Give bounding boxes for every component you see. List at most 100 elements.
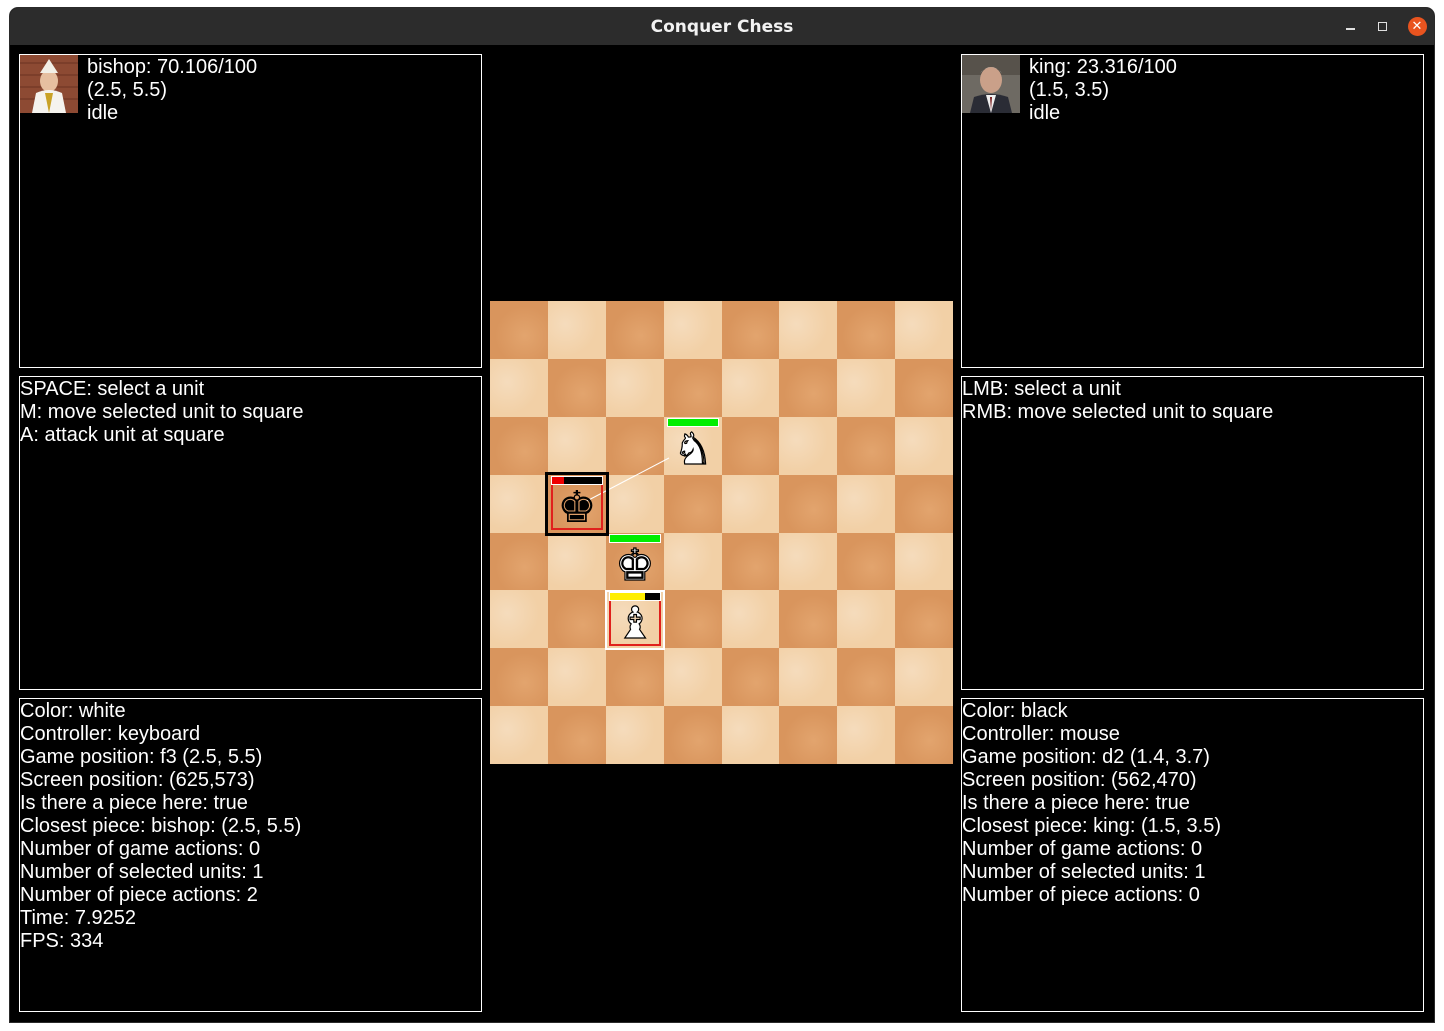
board-square[interactable] [895, 590, 953, 649]
board-square[interactable] [779, 474, 838, 533]
board-square[interactable] [895, 301, 953, 359]
king-icon: ♚ [615, 540, 656, 591]
board-square[interactable] [837, 358, 896, 417]
board-square[interactable] [663, 532, 722, 591]
board-square[interactable] [605, 706, 664, 764]
board-square[interactable] [490, 532, 548, 591]
left-controls-panel: SPACE: select a unit M: move selected un… [19, 376, 482, 690]
debug-screen-position: Screen position: (562,470) [962, 769, 1197, 791]
board-square[interactable] [837, 706, 896, 764]
control-hint: A: attack unit at square [20, 424, 225, 446]
board-square[interactable] [547, 416, 606, 475]
health-bar [667, 418, 719, 427]
right-controls-panel: LMB: select a unit RMB: move selected un… [961, 376, 1424, 690]
board-square[interactable] [663, 590, 722, 649]
board-square[interactable] [490, 358, 548, 417]
board-square[interactable] [721, 416, 780, 475]
board-square[interactable] [721, 301, 780, 359]
unit-state: idle [1029, 102, 1061, 124]
debug-game-position: Game position: d2 (1.4, 3.7) [962, 746, 1210, 768]
board-square[interactable] [837, 648, 896, 707]
left-debug-text: Color: white Controller: keyboard Game p… [20, 700, 301, 953]
board-square[interactable] [490, 416, 548, 475]
title-bar[interactable]: Conquer Chess ✕ [10, 8, 1434, 45]
debug-game-actions: Number of game actions: 0 [962, 838, 1203, 860]
board-square[interactable] [895, 358, 953, 417]
board-square[interactable] [490, 474, 548, 533]
unit-health: king: 23.316/100 [1029, 56, 1177, 78]
app-window: Conquer Chess ✕ bishop: 70.106/100 (2.5,… [10, 8, 1434, 1022]
board-square[interactable] [605, 416, 664, 475]
board-square[interactable] [663, 474, 722, 533]
board-square[interactable] [779, 358, 838, 417]
board-square[interactable] [721, 590, 780, 649]
board-square[interactable] [895, 416, 953, 475]
board-square[interactable] [837, 301, 896, 359]
board-square[interactable] [721, 706, 780, 764]
board-square[interactable] [779, 301, 838, 359]
debug-piece-actions: Number of piece actions: 0 [962, 884, 1200, 906]
right-controls-text: LMB: select a unit RMB: move selected un… [962, 378, 1273, 424]
board-square[interactable] [895, 532, 953, 591]
board-square[interactable] [663, 648, 722, 707]
board-square[interactable] [547, 532, 606, 591]
board-square[interactable] [779, 706, 838, 764]
board-square[interactable] [605, 474, 664, 533]
window-title: Conquer Chess [650, 16, 794, 37]
board-square[interactable] [547, 648, 606, 707]
board-square[interactable] [490, 706, 548, 764]
board-square[interactable] [895, 648, 953, 707]
debug-time: Time: 7.9252 [20, 907, 136, 929]
debug-piece-actions: Number of piece actions: 2 [20, 884, 258, 906]
board-square[interactable] [779, 590, 838, 649]
health-fill [610, 535, 660, 542]
debug-fps: FPS: 334 [20, 930, 104, 952]
debug-closest-piece: Closest piece: king: (1.5, 3.5) [962, 815, 1222, 837]
right-debug-panel: Color: black Controller: mouse Game posi… [961, 698, 1424, 1012]
unit-position: (1.5, 3.5) [1029, 79, 1110, 101]
minimize-button[interactable] [1336, 8, 1364, 45]
maximize-button[interactable] [1368, 8, 1396, 45]
black-king[interactable]: ♚ [545, 472, 609, 536]
board-square[interactable] [663, 301, 722, 359]
debug-color: Color: black [962, 700, 1068, 722]
close-button[interactable]: ✕ [1406, 8, 1428, 45]
board-square[interactable] [490, 301, 548, 359]
board-square[interactable] [547, 301, 606, 359]
right-unit-text: king: 23.316/100 (1.5, 3.5) idle [1029, 56, 1177, 125]
board-square[interactable] [721, 532, 780, 591]
board-square[interactable] [547, 590, 606, 649]
board-square[interactable] [779, 648, 838, 707]
white-bishop[interactable]: ♝ [605, 590, 665, 650]
board-square[interactable] [779, 532, 838, 591]
board-square[interactable] [490, 648, 548, 707]
board-square[interactable] [605, 648, 664, 707]
board-square[interactable] [779, 416, 838, 475]
unit-position: (2.5, 5.5) [87, 79, 168, 101]
white-king[interactable]: ♚ [606, 533, 664, 591]
board-square[interactable] [547, 358, 606, 417]
board-square[interactable] [837, 590, 896, 649]
health-bar [609, 534, 661, 543]
board-square[interactable] [837, 416, 896, 475]
health-fill [610, 593, 645, 600]
board-square[interactable] [837, 474, 896, 533]
board-square[interactable] [721, 648, 780, 707]
maximize-icon [1377, 22, 1387, 31]
left-unit-text: bishop: 70.106/100 (2.5, 5.5) idle [87, 56, 257, 125]
unit-state: idle [87, 102, 119, 124]
unit-health: bishop: 70.106/100 [87, 56, 258, 78]
board-square[interactable] [605, 301, 664, 359]
white-knight[interactable]: ♞ [664, 417, 722, 475]
board-square[interactable] [895, 474, 953, 533]
board-square[interactable] [895, 706, 953, 764]
board-square[interactable] [721, 358, 780, 417]
board-square[interactable] [547, 706, 606, 764]
board-square[interactable] [721, 474, 780, 533]
board-square[interactable] [663, 358, 722, 417]
board-square[interactable] [837, 532, 896, 591]
board-square[interactable] [605, 358, 664, 417]
board-square[interactable] [663, 706, 722, 764]
board-square[interactable] [490, 590, 548, 649]
health-bar [609, 592, 661, 601]
